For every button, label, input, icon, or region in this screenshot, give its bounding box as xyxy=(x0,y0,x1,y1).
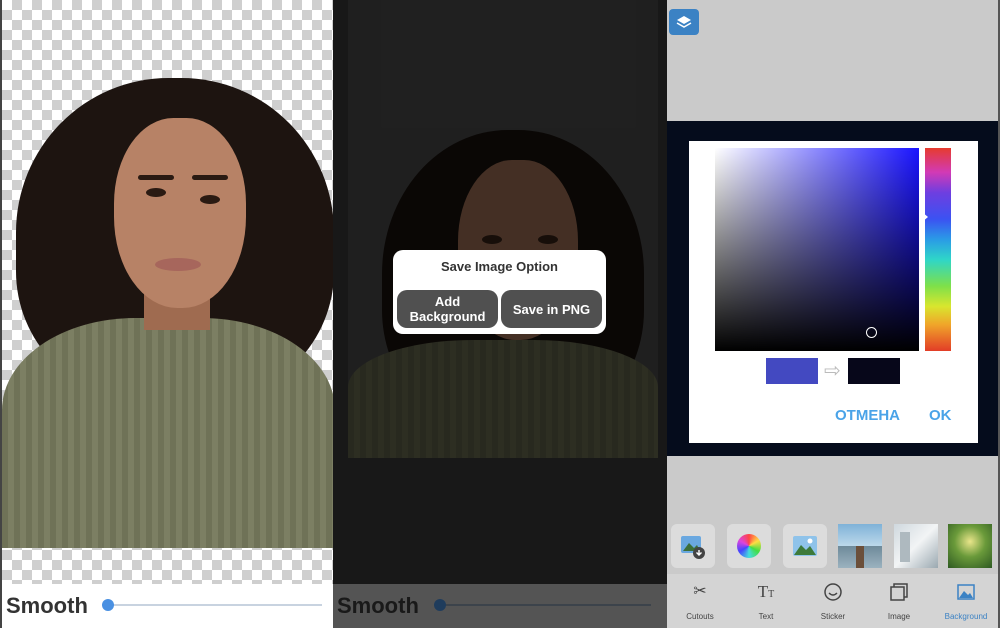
cutout-editor-panel: Smooth xyxy=(0,0,333,628)
saturation-value-area[interactable] xyxy=(715,148,919,351)
toolbar-sticker[interactable]: Sticker xyxy=(803,582,863,626)
save-option-panel: Smooth Save Image Option Add Background … xyxy=(333,0,667,628)
app-screenshot-collage: Smooth Smooth Save Image Option Add Back… xyxy=(0,0,1000,628)
new-color-swatch xyxy=(848,358,900,384)
interior-background-thumbnail[interactable] xyxy=(894,524,938,568)
toolbar-text[interactable]: TT Text xyxy=(736,582,796,626)
save-in-png-button[interactable]: Save in PNG xyxy=(501,290,602,328)
toolbar-label: Image xyxy=(887,612,911,621)
gallery-background-option[interactable] xyxy=(671,524,715,568)
add-background-label: Add Background xyxy=(409,294,486,324)
color-cursor[interactable] xyxy=(866,327,877,338)
background-editor-panel: ⇨ ОТМЕНА OK ✂ Cutouts TT Text Sticker Im… xyxy=(667,0,1000,628)
smooth-slider-thumb[interactable] xyxy=(102,599,114,611)
color-picker-dialog: ⇨ ОТМЕНА OK xyxy=(689,141,978,443)
landscape-icon xyxy=(793,536,817,556)
smooth-slider-row: Smooth xyxy=(2,584,333,628)
toolbar-label: Sticker xyxy=(820,612,846,621)
toolbar-cutouts[interactable]: ✂ Cutouts xyxy=(670,582,730,626)
toolbar-background[interactable]: Background xyxy=(936,582,996,626)
arrow-right-icon: ⇨ xyxy=(824,360,841,382)
hue-marker[interactable] xyxy=(922,212,928,222)
background-options-row xyxy=(667,518,998,572)
save-in-png-label: Save in PNG xyxy=(512,301,591,317)
portrait-cutout xyxy=(2,0,333,584)
save-image-dialog: Save Image Option Add Background Save in… xyxy=(393,250,606,334)
layers-button[interactable] xyxy=(669,9,699,35)
bottom-toolbar: ✂ Cutouts TT Text Sticker Image Backgrou… xyxy=(667,574,998,628)
smooth-slider-track[interactable] xyxy=(108,604,322,606)
sticker-icon xyxy=(823,582,843,602)
gallery-icon xyxy=(681,536,705,559)
color-wheel-icon xyxy=(737,534,761,558)
pier-background-thumbnail[interactable] xyxy=(838,524,882,568)
color-background-option[interactable] xyxy=(727,524,771,568)
layers-icon xyxy=(676,16,692,28)
cancel-button[interactable]: ОТМЕНА xyxy=(835,407,900,424)
text-icon: TT xyxy=(757,582,775,601)
dialog-title: Save Image Option xyxy=(440,259,559,274)
scissors-icon: ✂ xyxy=(693,583,707,600)
toolbar-image[interactable]: Image xyxy=(869,582,929,626)
image-background-option[interactable] xyxy=(783,524,827,568)
image-icon xyxy=(889,582,909,602)
toolbar-label: Background xyxy=(944,612,988,621)
background-icon xyxy=(956,582,976,602)
toolbar-label: Text xyxy=(758,612,774,621)
add-background-button[interactable]: Add Background xyxy=(397,290,498,328)
hue-slider[interactable] xyxy=(925,148,951,351)
toolbar-label: Cutouts xyxy=(686,612,714,621)
old-color-swatch xyxy=(766,358,818,384)
ok-button[interactable]: OK xyxy=(929,407,952,424)
park-background-thumbnail[interactable] xyxy=(948,524,992,568)
smooth-label: Smooth xyxy=(6,593,88,618)
